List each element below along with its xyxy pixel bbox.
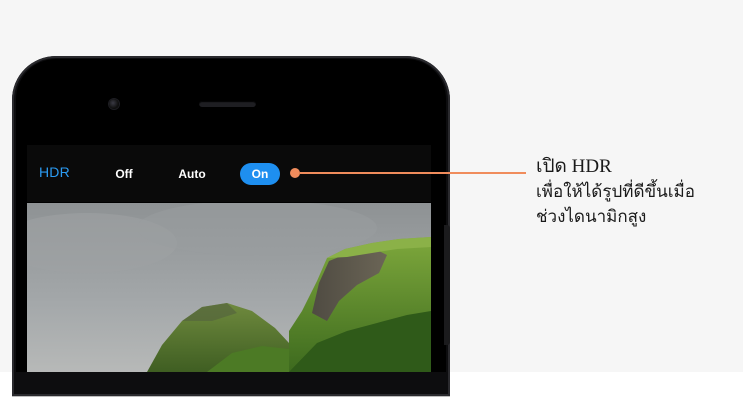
front-camera-icon [109,99,119,109]
callout-annotation: เปิด HDR เพื่อให้ได้รูปที่ดีขึ้นเมื่อ ช่… [536,155,736,229]
callout-title: เปิด HDR [536,156,612,177]
hdr-option-on[interactable]: On [240,163,280,185]
hdr-option-auto[interactable]: Auto [173,163,211,185]
callout-dot [290,168,300,178]
side-button [444,225,450,345]
camera-preview-photo [27,203,431,372]
callout-connector-line [300,172,526,174]
hdr-option-off[interactable]: Off [109,163,139,185]
callout-description-line-2: ช่วงไดนามิกสูง [536,207,647,226]
hdr-label: HDR [39,164,70,180]
phone-screen: HDR Off Auto On [27,145,431,372]
callout-description-line-1: เพื่อให้ได้รูปที่ดีขึ้นเมื่อ [536,182,695,201]
earpiece-speaker-icon [199,101,256,107]
